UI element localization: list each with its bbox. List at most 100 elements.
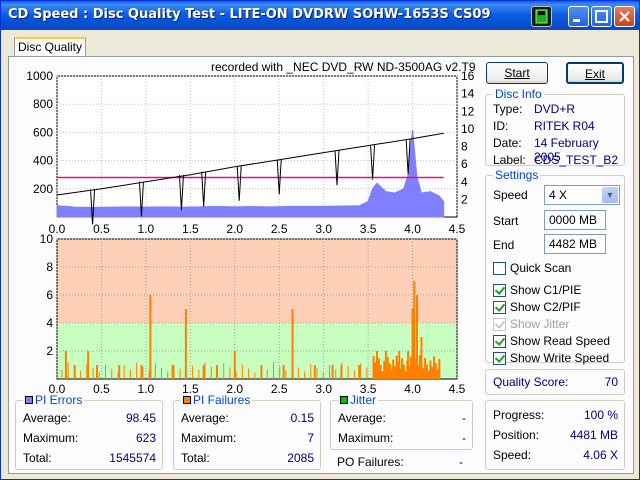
quick-scan-label: Quick Scan: [510, 261, 572, 275]
date-label: Date:: [493, 136, 522, 150]
pif-bar: [417, 365, 419, 379]
pif-bar: [123, 365, 125, 379]
pif-bar: [358, 365, 361, 379]
pif-bar: [260, 365, 262, 379]
settings-title: Settings: [493, 168, 541, 182]
pif-bar: [377, 358, 380, 379]
pif-chart: 2468100.0 0.5 1.0 1.5 2.0 2.5 3.0 3.5 4.0 4.5: [40, 232, 466, 396]
pif-total-value: 2085: [287, 451, 314, 465]
pif-bar: [291, 363, 293, 379]
show-c2-checkbox[interactable]: [493, 301, 506, 314]
pif-bar: [192, 365, 194, 379]
current-speed-label: Speed:: [493, 448, 532, 462]
pif-bar: [136, 362, 138, 379]
pif-bar: [233, 351, 236, 379]
position-label: Position:: [493, 428, 540, 442]
bottom-y-tick-label: 2: [46, 344, 53, 358]
close-button[interactable]: [614, 6, 635, 27]
top-y2-tick-label: 12: [461, 104, 475, 118]
pif-bar: [411, 363, 414, 379]
bottom-x-tick-label: 4.0: [404, 382, 421, 396]
progress-group: Progress: 100 % Position: 4481 MB Speed:…: [485, 400, 625, 470]
top-y2-tick-label: 4: [461, 175, 468, 189]
end-label: End: [493, 238, 515, 252]
pif-bar: [285, 370, 287, 379]
pif-bar: [397, 362, 400, 379]
pif-bar: [310, 364, 312, 379]
start-button[interactable]: Start: [486, 62, 548, 84]
speed-label: Speed: [493, 188, 528, 202]
pi-errors-title-text: PI Errors: [35, 393, 83, 407]
pif-bar: [429, 360, 432, 379]
top-y2-tick-label: 10: [461, 122, 475, 136]
quality-score-value: 70: [604, 375, 618, 389]
show-jitter-checkbox[interactable]: [493, 318, 506, 331]
pif-bar: [329, 365, 330, 379]
settings-group: Settings Speed 4 X ▼ Start 0000 MB End 4…: [485, 168, 625, 365]
start-input[interactable]: 0000 MB: [544, 210, 606, 230]
pif-maximum-label: Maximum:: [181, 431, 237, 445]
pif-bar: [335, 369, 337, 379]
end-input[interactable]: 4482 MB: [544, 234, 606, 254]
pif-bar: [118, 365, 121, 379]
maximize-button[interactable]: [591, 6, 612, 27]
pif-bar: [241, 364, 243, 379]
pif-maximum-value: 7: [307, 431, 314, 445]
show-read-checkbox[interactable]: [493, 335, 506, 348]
pif-bar: [179, 368, 181, 379]
quick-scan-checkbox[interactable]: [493, 262, 506, 275]
jitter-average-value: -: [462, 411, 466, 425]
exit-button[interactable]: Exit: [566, 62, 624, 84]
type-label: Type:: [493, 102, 523, 116]
pif-bar: [87, 351, 90, 379]
id-value: RITEK R04: [534, 119, 595, 133]
pif-bar: [273, 362, 274, 379]
show-c1-checkbox[interactable]: [493, 284, 506, 297]
pif-bar: [161, 367, 162, 379]
pif-bar: [434, 362, 437, 379]
show-write-checkbox[interactable]: [493, 352, 506, 365]
save-icon[interactable]: [531, 6, 552, 27]
tab-disc-quality[interactable]: Disc Quality: [14, 37, 86, 57]
pif-bar: [381, 371, 384, 379]
pif-bar: [316, 368, 318, 379]
disc-info-group: Disc Info Type: DVD+R ID: RITEK R04 Date…: [485, 87, 625, 167]
speed-select-value: 4 X: [549, 188, 568, 202]
id-label: ID:: [493, 119, 509, 133]
pi-total-value: 1545574: [109, 451, 156, 465]
pi-failures-title: PI Failures: [181, 393, 253, 407]
pif-bar: [353, 370, 355, 379]
pif-bar: [184, 309, 187, 379]
pi-maximum-value: 623: [135, 431, 156, 445]
quality-score-label: Quality Score:: [493, 375, 569, 389]
jitter-group: Jitter Average: - Maximum: -: [330, 393, 473, 450]
pif-bar: [235, 371, 237, 379]
top-y2-tick-label: 6: [461, 157, 468, 171]
pif-bar: [279, 366, 281, 379]
pif-bar: [388, 363, 391, 379]
pif-bar: [248, 368, 250, 379]
po-failures-value: -: [459, 455, 463, 469]
pif-bar: [341, 362, 343, 379]
pif-bar: [282, 365, 285, 379]
pif-bar: [171, 365, 174, 379]
pif-bar: [331, 365, 334, 379]
pi-failures-title-text: PI Failures: [193, 393, 251, 407]
pif-bar: [198, 369, 200, 379]
pif-bar: [61, 369, 63, 379]
top-y-tick-label: 800: [33, 97, 53, 111]
minimize-button[interactable]: [568, 6, 589, 27]
pi-maximum-label: Maximum:: [23, 431, 79, 445]
pif-bar: [401, 358, 403, 379]
pi-legend-icon: [25, 396, 33, 404]
speed-select[interactable]: 4 X ▼: [544, 185, 620, 205]
pif-bar: [266, 369, 268, 379]
chevron-down-icon[interactable]: ▼: [602, 187, 618, 203]
pif-bar: [96, 365, 98, 379]
pi-failures-group: PI Failures Average: 0.15 Maximum: 7 Tot…: [173, 393, 321, 470]
pif-bar: [383, 360, 386, 379]
pif-bar: [390, 369, 393, 379]
pif-bar: [366, 367, 368, 379]
title-bar[interactable]: CD Speed : Disc Quality Test - LITE-ON D…: [1, 1, 639, 30]
pif-bar: [98, 371, 100, 379]
